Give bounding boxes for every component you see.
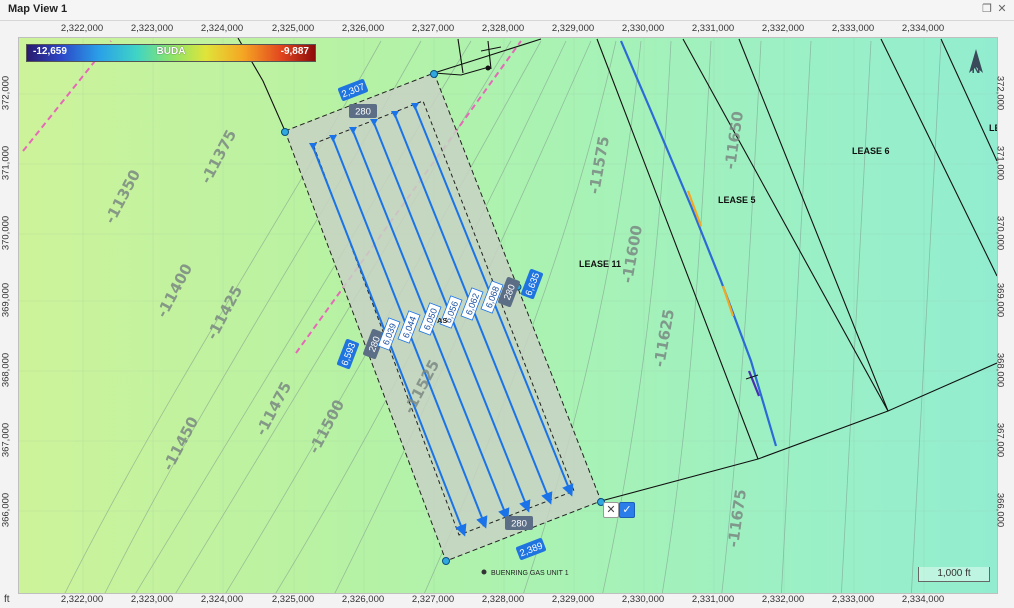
map-canvas[interactable]: N -11350 -11375 -11400 -11425 -11450 -11475 -1… <box>18 37 998 594</box>
svg-text:6,593: 6,593 <box>340 341 359 367</box>
contour-label: -11600 <box>618 224 646 285</box>
x-tick-bottom: 2,325,000 <box>271 594 315 605</box>
contour-label: -11350 <box>101 167 144 227</box>
x-tick-bottom: 2,330,000 <box>621 594 665 605</box>
x-tick-bottom: 2,326,000 <box>341 594 385 605</box>
legend-name: BUDA <box>156 46 186 57</box>
x-tick-bottom: 2,327,000 <box>411 594 455 605</box>
dimension-right[interactable]: 6,635 <box>520 268 543 299</box>
x-tick-top: 2,327,000 <box>411 23 455 34</box>
contour-label: -11650 <box>721 110 747 170</box>
x-tick-top: 2,329,000 <box>551 23 595 34</box>
lease-label: LE <box>989 123 997 133</box>
x-tick-bottom: 2,334,000 <box>901 594 945 605</box>
x-tick-top: 2,330,000 <box>621 23 665 34</box>
x-tick-bottom: 2,323,000 <box>130 594 174 605</box>
legend-max: -9,887 <box>280 46 309 57</box>
x-tick-top: 2,323,000 <box>130 23 174 34</box>
svg-text:280: 280 <box>511 519 527 530</box>
y-tick-right: 371,000 <box>994 145 1006 181</box>
x-tick-top: 2,324,000 <box>200 23 244 34</box>
y-tick-right: 366,000 <box>994 492 1006 528</box>
contour-label: -11475 <box>252 379 295 439</box>
dimension-left[interactable]: 6,593 <box>336 338 359 369</box>
unit-name-label: BUENRING GAS UNIT 1 <box>491 570 569 577</box>
x-tick-top: 2,333,000 <box>831 23 875 34</box>
setback-bottom[interactable]: 280 <box>505 516 533 530</box>
contour-label: -11400 <box>153 261 196 321</box>
contour-label: -11375 <box>197 127 240 187</box>
y-tick-left: 372,000 <box>0 75 12 111</box>
x-tick-top: 2,322,000 <box>60 23 104 34</box>
map-svg[interactable]: N -11350-11375-11400 -11425-11450-11475 -1… <box>19 38 997 593</box>
x-tick-top: 2,328,000 <box>481 23 525 34</box>
svg-text:N: N <box>972 62 981 76</box>
y-tick-left: 367,000 <box>0 422 12 458</box>
y-tick-right: 372,000 <box>994 75 1006 111</box>
y-tick-left: 366,000 <box>0 492 12 528</box>
unit-name-partial-label: AS <box>437 316 447 325</box>
legend-min: -12,659 <box>33 46 67 57</box>
x-tick-bottom: 2,333,000 <box>831 594 875 605</box>
contour-label: -11450 <box>159 414 202 474</box>
y-tick-right: 367,000 <box>994 422 1006 458</box>
x-tick-top: 2,334,000 <box>901 23 945 34</box>
dimension-bottom[interactable]: 2,389 <box>515 537 546 560</box>
y-tick-left: 369,000 <box>0 282 12 318</box>
x-tick-top: 2,331,000 <box>691 23 735 34</box>
y-tick-left: 370,000 <box>0 215 12 251</box>
svg-text:2,307: 2,307 <box>340 82 366 101</box>
axis-unit-label: ft <box>4 594 10 605</box>
svg-text:2,389: 2,389 <box>518 541 544 560</box>
lease-label: LEASE 11 <box>579 259 621 269</box>
lease-label: LEASE 5 <box>718 195 756 205</box>
close-icon[interactable]: ✕ <box>995 2 1009 16</box>
svg-text:280: 280 <box>355 107 371 118</box>
x-tick-bottom: 2,322,000 <box>60 594 104 605</box>
x-tick-bottom: 2,328,000 <box>481 594 525 605</box>
reject-edit-button[interactable]: ✕ <box>603 502 619 518</box>
y-tick-right: 368,000 <box>994 352 1006 388</box>
x-tick-bottom: 2,331,000 <box>691 594 735 605</box>
restore-window-icon[interactable]: ❐ <box>980 2 994 16</box>
setback-top[interactable]: 280 <box>349 104 377 118</box>
x-tick-top: 2,326,000 <box>341 23 385 34</box>
title-bar: Map View 1 ❐ ✕ <box>0 0 1014 21</box>
window-title: Map View 1 <box>8 3 68 15</box>
y-tick-left: 368,000 <box>0 352 12 388</box>
contour-label: -11500 <box>305 397 348 457</box>
y-tick-right: 370,000 <box>994 215 1006 251</box>
x-tick-bottom: 2,329,000 <box>551 594 595 605</box>
x-tick-top: 2,332,000 <box>761 23 805 34</box>
color-legend: -12,659 BUDA -9,887 <box>26 44 316 62</box>
x-tick-bottom: 2,332,000 <box>761 594 805 605</box>
x-tick-bottom: 2,324,000 <box>200 594 244 605</box>
map-view-window: Map View 1 ❐ ✕ ft N -11350 -11375 -11400… <box>0 0 1014 608</box>
scale-bar: 1,000 ft <box>918 567 990 582</box>
contour-label: -11675 <box>724 488 750 548</box>
y-tick-right: 369,000 <box>994 282 1006 318</box>
accept-edit-button[interactable]: ✓ <box>619 502 635 518</box>
contour-label: -11425 <box>203 283 246 343</box>
svg-text:6,635: 6,635 <box>524 271 543 297</box>
lease-label: LEASE 6 <box>852 146 890 156</box>
contour-label: -11575 <box>585 135 613 196</box>
contour-label: -11625 <box>650 308 678 369</box>
y-tick-left: 371,000 <box>0 145 12 181</box>
x-tick-top: 2,325,000 <box>271 23 315 34</box>
north-arrow-icon: N <box>969 49 983 76</box>
